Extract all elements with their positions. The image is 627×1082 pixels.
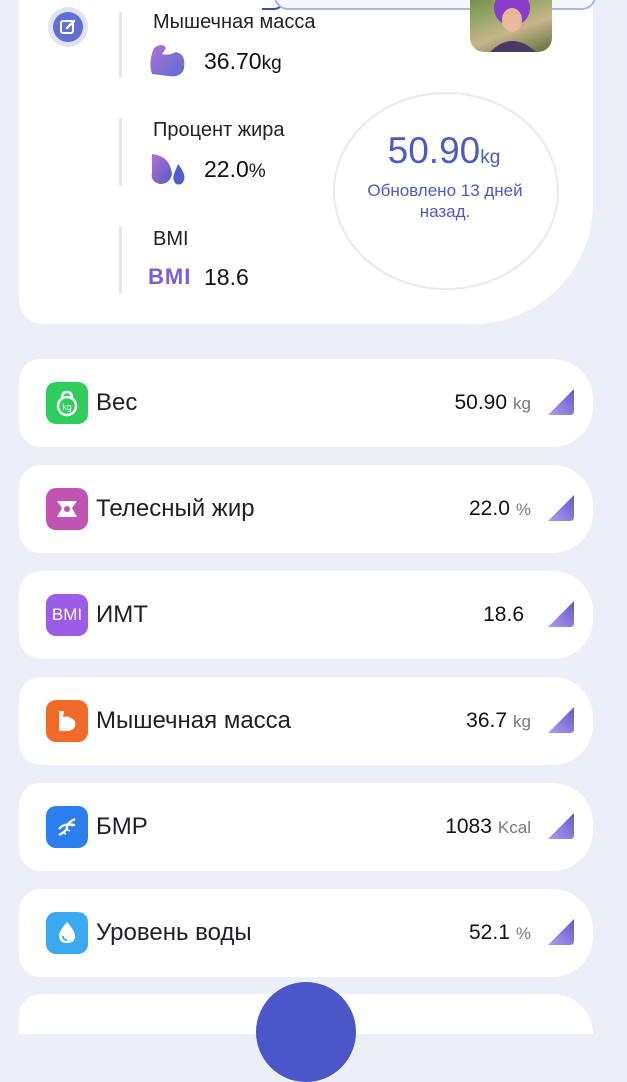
row-label: ИМТ <box>96 601 148 628</box>
row-label: Телесный жир <box>96 495 255 522</box>
divider <box>119 226 122 294</box>
fat-drop-icon <box>148 150 188 193</box>
list-item-body-fat[interactable]: Телесный жир 22.0% <box>19 465 593 553</box>
bmi-icon: BMI <box>46 594 88 636</box>
body-fat-icon <box>46 488 88 530</box>
svg-text:kg: kg <box>62 402 72 412</box>
bicep-icon <box>148 42 188 85</box>
row-value: 18.6 <box>483 603 524 626</box>
row-value: 1083 Kcal <box>445 815 531 838</box>
corner-triangle-icon <box>548 389 574 415</box>
muscle-value: 36.70kg <box>204 48 282 74</box>
row-value: 50.90 kg <box>454 391 531 414</box>
row-value: 36.7 kg <box>466 709 531 732</box>
corner-triangle-icon <box>548 919 574 945</box>
edit-button[interactable] <box>48 7 88 47</box>
list-item-muscle[interactable]: Мышечная масса 36.7 kg <box>19 677 593 765</box>
row-label: Мышечная масса <box>96 707 292 734</box>
row-label: Уровень воды <box>96 919 252 946</box>
bmi-title: BMI <box>153 228 189 250</box>
avatar[interactable] <box>470 0 552 52</box>
list-item-water[interactable]: Уровень воды 52.1% <box>19 889 593 977</box>
corner-triangle-icon <box>548 707 574 733</box>
bmi-icon: BMI <box>148 264 192 289</box>
kettlebell-icon: kg <box>46 382 88 424</box>
dna-icon <box>46 806 88 848</box>
corner-triangle-icon <box>548 601 574 627</box>
list-item-bmi[interactable]: BMI ИМТ 18.6 <box>19 571 593 659</box>
muscle-title: Мышечная масса <box>153 11 316 33</box>
muscle-icon <box>46 700 88 742</box>
corner-triangle-icon <box>548 495 574 521</box>
fat-title: Процент жира <box>153 119 285 141</box>
divider <box>119 118 122 186</box>
bmi-value: 18.6 <box>204 264 249 290</box>
list-item-bmr[interactable]: БМР 1083 Kcal <box>19 783 593 871</box>
list-item-weight[interactable]: kg Вес 50.90 kg <box>19 359 593 447</box>
row-label: Вес <box>96 389 138 416</box>
divider <box>119 12 122 78</box>
corner-triangle-icon <box>548 813 574 839</box>
updated-text: Обновлено 13 дней назад. <box>367 181 523 221</box>
row-value: 22.0% <box>469 497 531 520</box>
weight-value: 50.90kg <box>387 130 501 171</box>
floating-action-button[interactable] <box>256 982 356 1082</box>
row-value: 52.1% <box>469 921 531 944</box>
fat-value: 22.0% <box>204 156 266 182</box>
row-label: БМР <box>96 813 148 840</box>
water-drop-icon <box>46 912 88 954</box>
edit-icon <box>53 12 83 42</box>
